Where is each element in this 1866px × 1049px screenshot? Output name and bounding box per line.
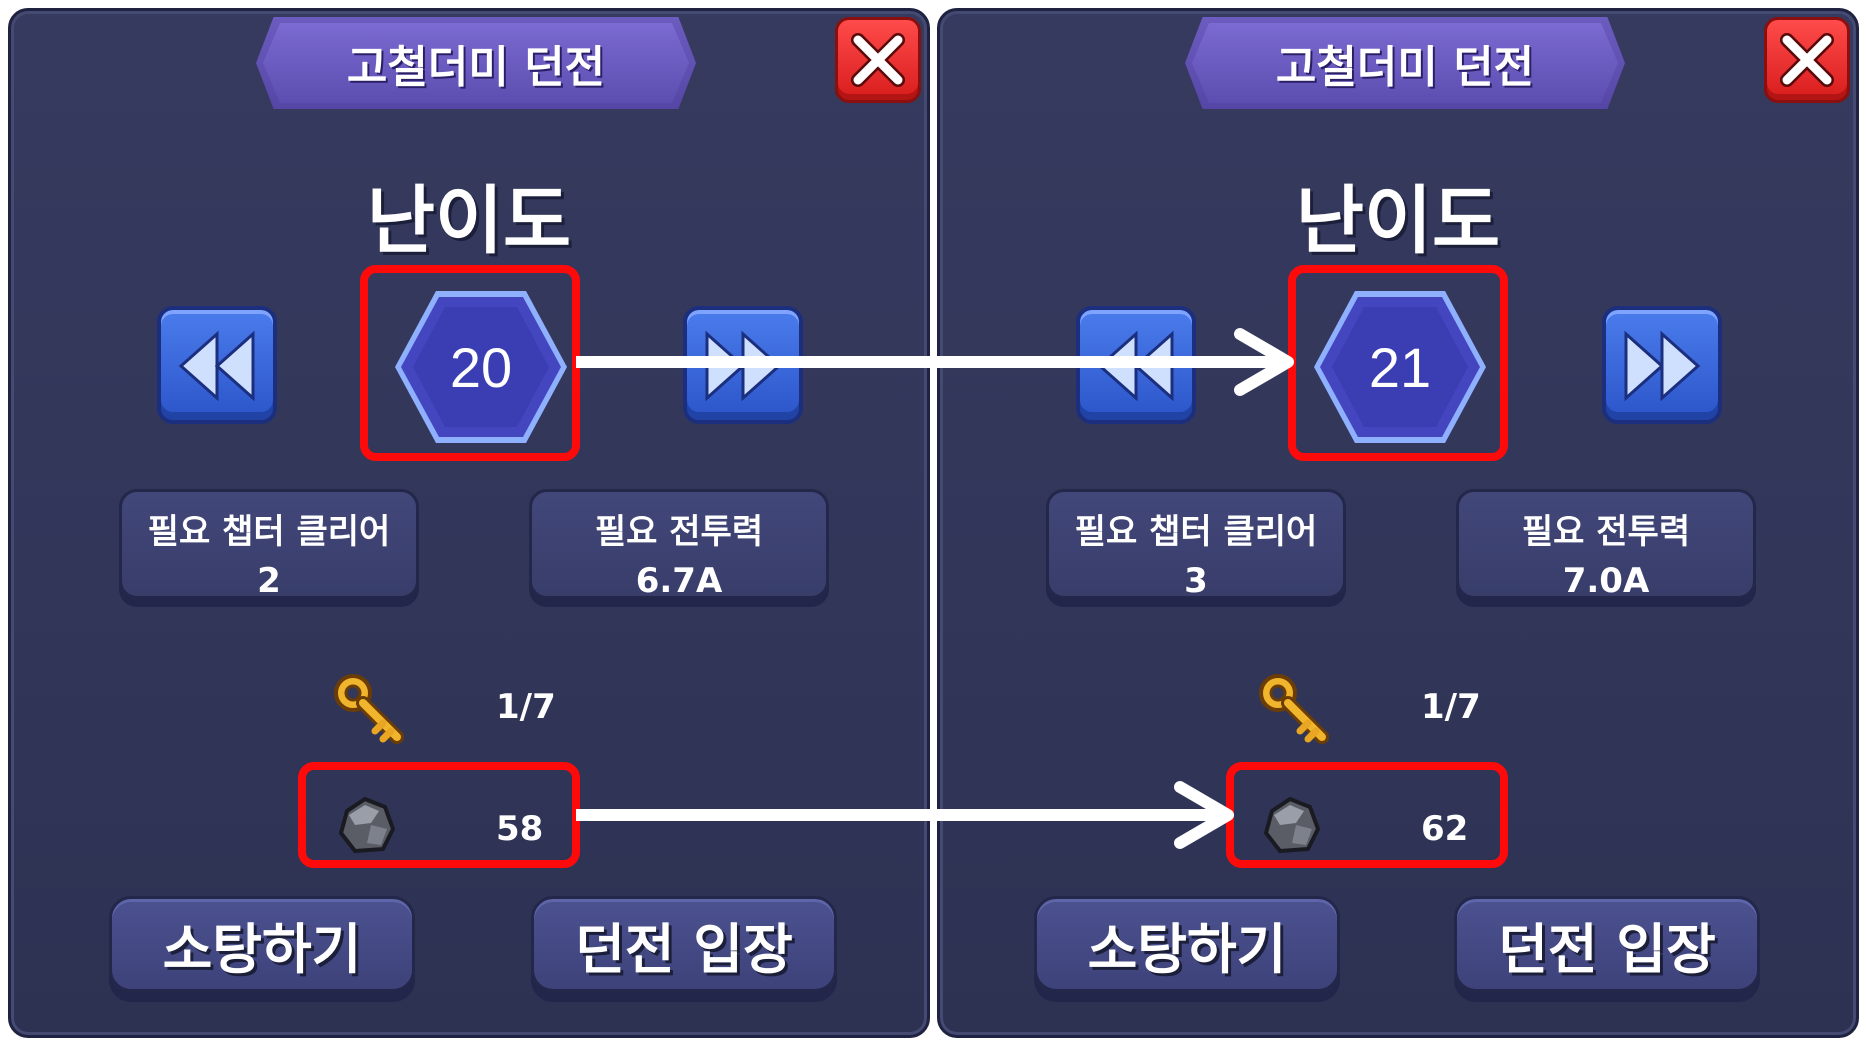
comparison-arrows [576,328,1294,849]
comparison-stage: 고철더미 던전 난이도 20 필요 챕터 클리어 2 필요 전투력 6.7A 1… [0,0,1866,1049]
level-change-arrow-icon [576,328,1294,396]
ore-change-arrow-icon [576,781,1234,849]
